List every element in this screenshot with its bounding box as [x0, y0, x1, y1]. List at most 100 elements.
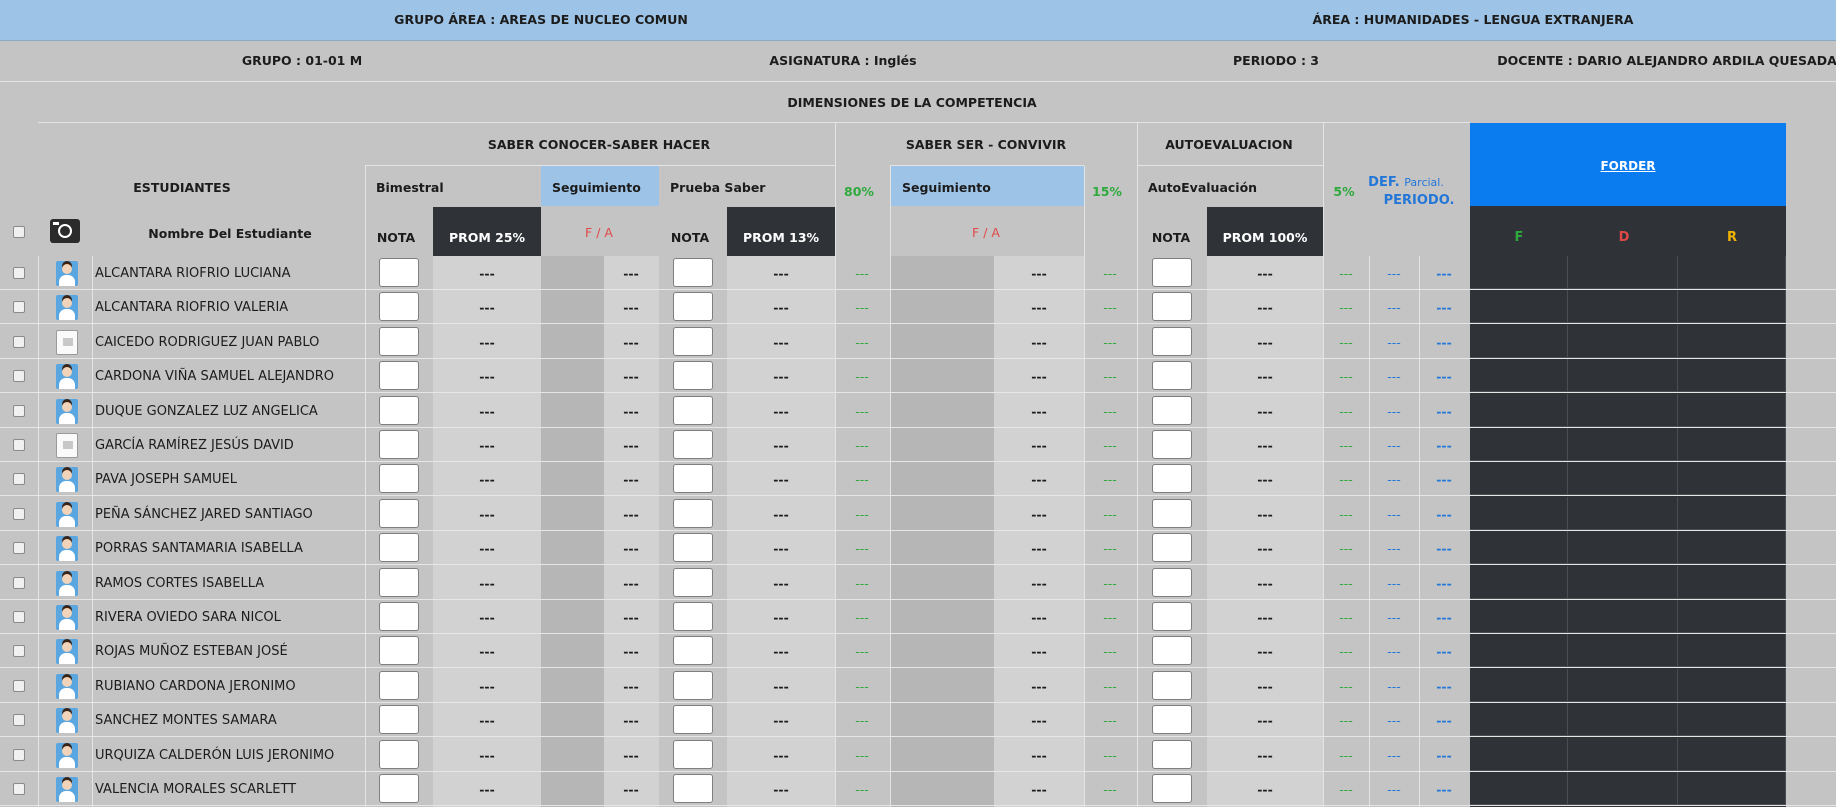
nota2-input[interactable] [673, 361, 713, 391]
nota3-input[interactable] [1152, 705, 1192, 735]
prom25-value: --- [479, 266, 495, 281]
row-checkbox[interactable] [13, 507, 25, 520]
nota1-input[interactable] [379, 361, 419, 391]
nota3-input[interactable] [1152, 602, 1192, 631]
nota3-input[interactable] [1152, 636, 1192, 666]
nota2-input[interactable] [673, 774, 713, 803]
pct80-value: --- [855, 472, 869, 488]
nota1-input[interactable] [379, 258, 419, 287]
nota3-input[interactable] [1152, 395, 1192, 425]
nota3-input[interactable] [1152, 464, 1192, 494]
bimestral-header: Bimestral [376, 180, 444, 195]
nota2-input[interactable] [673, 739, 713, 769]
row-checkbox[interactable] [13, 645, 25, 658]
nota2-input[interactable] [673, 533, 713, 563]
nota1-input[interactable] [379, 498, 419, 528]
pct15-value: --- [1103, 506, 1117, 522]
prom25-value: --- [479, 678, 495, 694]
f-cell [1470, 634, 1568, 668]
nota2-input[interactable] [673, 292, 713, 322]
nota1-input[interactable] [379, 670, 419, 700]
prom100-value: --- [1257, 266, 1273, 281]
prom13-value: --- [773, 300, 789, 316]
nota1-input[interactable] [379, 636, 419, 666]
def-periodo-value: --- [1436, 369, 1452, 385]
nota1-input[interactable] [379, 326, 419, 356]
autoevaluacion-header: AutoEvaluación [1148, 180, 1258, 195]
prom100-value: --- [1257, 300, 1273, 316]
def-periodo-value: --- [1436, 403, 1452, 419]
nota2-input[interactable] [673, 430, 713, 459]
def-parcial-value: --- [1387, 610, 1401, 625]
row-checkbox[interactable] [13, 576, 25, 589]
nota2-input[interactable] [673, 705, 713, 735]
prom100-value: --- [1257, 782, 1273, 797]
row-checkbox[interactable] [13, 473, 25, 486]
student-name: CARDONA VIÑA SAMUEL ALEJANDRO [95, 369, 335, 385]
row-checkbox[interactable] [13, 714, 25, 727]
d-cell [1568, 496, 1678, 530]
prom25-value: --- [479, 506, 495, 522]
row-checkbox[interactable] [13, 301, 25, 314]
nota3-input[interactable] [1152, 739, 1192, 769]
nota1-input[interactable] [379, 602, 419, 631]
nota3-input[interactable] [1152, 258, 1192, 287]
nota1-input[interactable] [379, 430, 419, 459]
d-cell [1568, 600, 1678, 633]
nota1-input[interactable] [379, 533, 419, 563]
prom25-header: PROM 25% [448, 230, 526, 245]
nota1-input[interactable] [379, 705, 419, 735]
nota3-input[interactable] [1152, 498, 1192, 528]
row-checkbox[interactable] [13, 439, 25, 451]
nota2-input[interactable] [673, 567, 713, 597]
nota1-input[interactable] [379, 464, 419, 494]
nota1-input[interactable] [379, 739, 419, 769]
nota1-input[interactable] [379, 395, 419, 425]
nota2-input[interactable] [673, 326, 713, 356]
d-cell [1568, 565, 1678, 599]
row-checkbox[interactable] [13, 404, 25, 417]
row-checkbox[interactable] [13, 748, 25, 761]
d-cell [1568, 703, 1678, 737]
f-cell [1470, 531, 1568, 565]
nota2-input[interactable] [673, 464, 713, 494]
forder-link[interactable]: FORDER [1600, 159, 1655, 173]
row-checkbox[interactable] [13, 679, 25, 692]
nota2-input[interactable] [673, 670, 713, 700]
nota2-input[interactable] [673, 602, 713, 631]
nota3-input[interactable] [1152, 361, 1192, 391]
nota1-input[interactable] [379, 567, 419, 597]
nota3-input[interactable] [1152, 326, 1192, 356]
nota2-input[interactable] [673, 636, 713, 666]
nota3-input[interactable] [1152, 774, 1192, 803]
pct5-value: --- [1339, 644, 1353, 660]
prom25-value: --- [479, 300, 495, 316]
nota2-input[interactable] [673, 258, 713, 287]
student-name: GARCÍA RAMÍREZ JESÚS DAVID [95, 438, 294, 453]
nota3-input[interactable] [1152, 292, 1192, 322]
table-row: ALCANTARA RIOFRIO VALERIA --- --- --- --- ---… [0, 290, 1836, 325]
nota3-input[interactable] [1152, 533, 1192, 563]
fa2-value: --- [1031, 782, 1047, 797]
row-checkbox[interactable] [13, 542, 25, 555]
nota3-input[interactable] [1152, 567, 1192, 597]
row-checkbox[interactable] [13, 783, 25, 795]
nota1-input[interactable] [379, 292, 419, 322]
pct80-value: --- [855, 713, 869, 729]
nota2-input[interactable] [673, 395, 713, 425]
row-checkbox[interactable] [13, 370, 25, 383]
def-parcial-value: --- [1387, 403, 1401, 419]
nota2-input[interactable] [673, 498, 713, 528]
prom100-value: --- [1257, 610, 1273, 625]
seguimiento-cell: Seguimiento [541, 166, 659, 206]
select-all-checkbox[interactable] [13, 226, 25, 238]
nota3-input[interactable] [1152, 430, 1192, 459]
pct80-value: --- [855, 610, 869, 625]
row-checkbox[interactable] [13, 335, 25, 348]
nota3-input[interactable] [1152, 670, 1192, 700]
def-parcial-value: --- [1387, 678, 1401, 694]
row-checkbox[interactable] [13, 267, 25, 279]
info-bar: GRUPO : 01-01 M ASIGNATURA : Inglés PERI… [0, 41, 1836, 82]
row-checkbox[interactable] [13, 611, 25, 623]
nota1-input[interactable] [379, 774, 419, 803]
